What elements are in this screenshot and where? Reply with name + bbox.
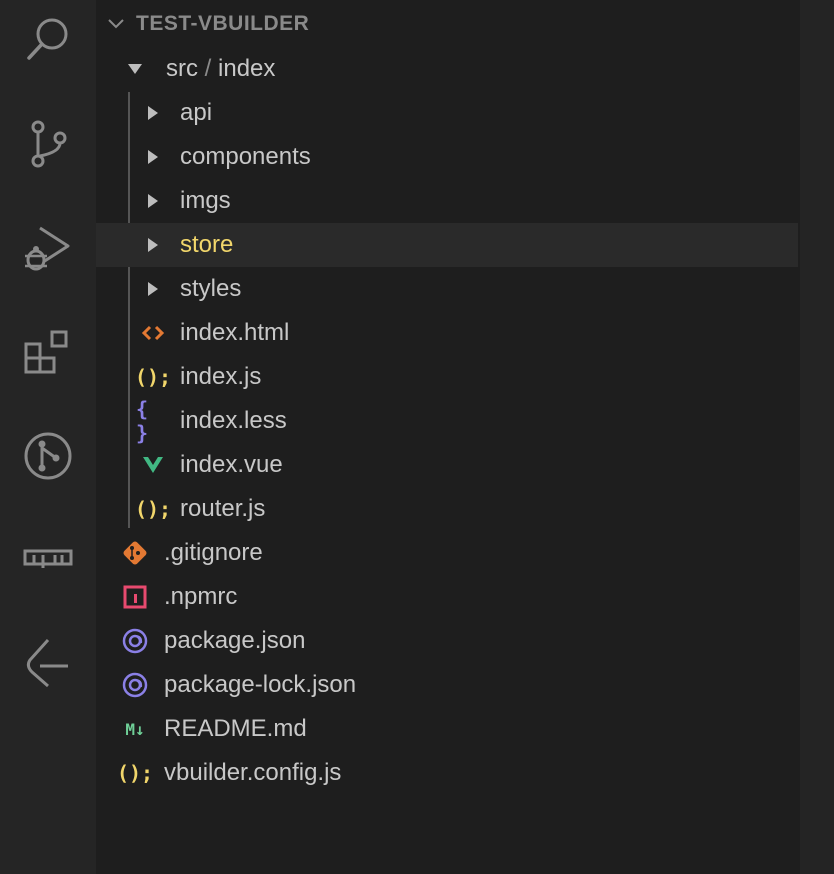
npm-icon[interactable] [20, 530, 76, 586]
tree-item-file[interactable]: (); router.js [96, 487, 798, 531]
tree-item-folder[interactable]: imgs [96, 179, 798, 223]
tree-item-label: api [180, 99, 213, 126]
tree-item-file[interactable]: M↓ README.md [96, 707, 798, 751]
tree-item-label: imgs [180, 187, 231, 214]
folder-path-child: index [218, 55, 276, 82]
tree-item-label: index.vue [180, 451, 283, 478]
tree-item-label: index.js [180, 363, 262, 390]
tree-item-label: package.json [164, 627, 306, 654]
scrollbar-track[interactable] [800, 0, 834, 874]
folder-src-index[interactable]: src / index [96, 47, 798, 91]
search-icon[interactable] [20, 12, 76, 68]
folder-collapsed-icon [136, 150, 170, 164]
tree-item-folder[interactable]: components [96, 135, 798, 179]
remote-icon[interactable] [20, 634, 76, 690]
tree-item-file[interactable]: package.json [96, 619, 798, 663]
folder-path-separator: / [204, 55, 212, 82]
tree-item-label: vbuilder.config.js [164, 759, 342, 786]
folder-path: src / index [166, 55, 275, 83]
tree-item-folder[interactable]: styles [96, 267, 798, 311]
tree-item-label: package-lock.json [164, 671, 357, 698]
tree-item-label: components [180, 143, 311, 170]
folder-collapsed-icon [136, 194, 170, 208]
tree-item-label: router.js [180, 495, 266, 522]
vue-icon [136, 455, 170, 475]
explorer-panel: TEST-VBUILDER src / index api components… [96, 0, 800, 874]
extensions-icon[interactable] [20, 324, 76, 380]
git-icon [118, 539, 152, 567]
chevron-down-icon [104, 15, 128, 33]
package-icon [118, 628, 152, 654]
run-debug-icon[interactable] [20, 220, 76, 276]
html-icon [136, 323, 170, 343]
tree-item-folder[interactable]: api [96, 91, 798, 135]
folder-path-parent: src [166, 55, 198, 82]
tree-item-file[interactable]: (); vbuilder.config.js [96, 751, 798, 795]
folder-collapsed-icon [136, 106, 170, 120]
tree-item-label: index.html [180, 319, 290, 346]
tree-item-label: styles [180, 275, 242, 302]
tree-item-file[interactable]: { } index.less [96, 397, 798, 445]
tree-item-folder-selected[interactable]: store [96, 223, 798, 267]
activity-bar [0, 0, 96, 874]
tree-item-label: README.md [164, 715, 307, 742]
tree-item-file[interactable]: .npmrc [96, 575, 798, 619]
tree-item-label: store [180, 231, 234, 258]
npm-icon [118, 585, 152, 609]
folder-expanded-icon [120, 64, 150, 74]
less-icon: { } [136, 397, 149, 445]
javascript-icon: (); [116, 761, 154, 785]
tree-item-file[interactable]: index.html [96, 311, 798, 355]
project-title: TEST-VBUILDER [136, 12, 310, 35]
javascript-icon: (); [134, 497, 172, 521]
git-graph-icon[interactable] [20, 428, 76, 484]
tree-item-file[interactable]: (); index.js [96, 355, 798, 399]
tree-item-label: .npmrc [164, 583, 238, 610]
project-header[interactable]: TEST-VBUILDER [96, 2, 798, 46]
folder-collapsed-icon [136, 238, 170, 252]
javascript-icon: (); [134, 365, 172, 389]
tree-item-file[interactable]: package-lock.json [96, 663, 798, 707]
tree-item-file[interactable]: .gitignore [96, 531, 798, 575]
package-icon [118, 672, 152, 698]
folder-collapsed-icon [136, 282, 170, 296]
tree-item-file[interactable]: index.vue [96, 443, 798, 487]
tree-item-label: index.less [180, 407, 287, 434]
markdown-icon: M↓ [125, 719, 145, 739]
source-control-icon[interactable] [20, 116, 76, 172]
tree-item-label: .gitignore [164, 539, 263, 566]
